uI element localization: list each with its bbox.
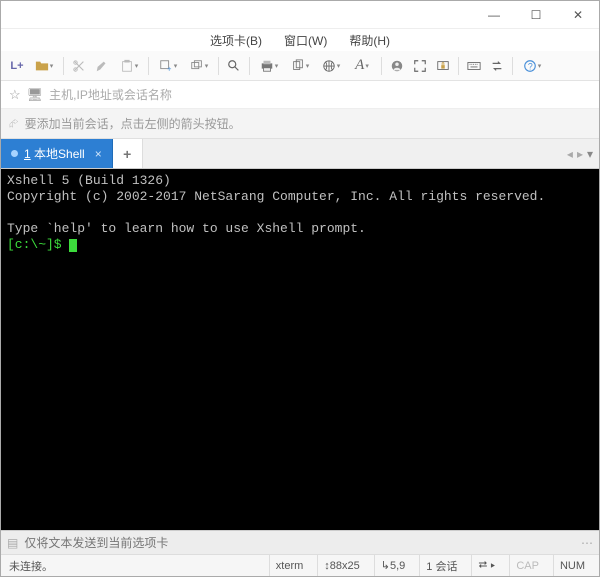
status-cursor: ↳ 5,9 xyxy=(374,555,412,576)
address-input[interactable] xyxy=(49,88,591,102)
sendbar-menu-button[interactable]: ⋯ xyxy=(581,536,593,550)
paste-button[interactable]: ▾ xyxy=(115,55,143,77)
hint-bar: ⮳ 要添加当前会话，点击左侧的箭头按钮。 xyxy=(1,109,599,139)
menu-tabs[interactable]: 选项卡(B) xyxy=(206,30,266,51)
close-button[interactable]: ✕ xyxy=(557,1,599,29)
tabbar: 1 本地Shell × + ◂ ▸ ▾ xyxy=(1,139,599,169)
lock-view-button[interactable] xyxy=(433,55,453,77)
menubar: 选项卡(B) 窗口(W) 帮助(H) xyxy=(1,29,599,51)
tab-nav: ◂ ▸ ▾ xyxy=(561,139,599,168)
status-size: ↕ 88x25 xyxy=(317,555,365,576)
fullscreen-button[interactable] xyxy=(410,55,430,77)
cut-button[interactable] xyxy=(69,55,89,77)
lock-screen-icon xyxy=(436,59,450,73)
menu-window[interactable]: 窗口(W) xyxy=(280,30,331,51)
folder-icon xyxy=(35,59,49,73)
statusbar: 未连接。 xterm ↕ 88x25 ↳ 5,9 1 会话 ⮂ ▸ CAP NU… xyxy=(1,554,599,576)
paintbrush-button[interactable] xyxy=(92,55,112,77)
address-bar: ☆ 🖥 xyxy=(1,81,599,109)
status-num: NUM xyxy=(553,555,591,576)
term-cursor xyxy=(69,239,77,252)
brush-icon xyxy=(95,59,109,73)
tab-local-shell[interactable]: 1 本地Shell × xyxy=(1,139,113,168)
bookmark-icon[interactable]: ☆ xyxy=(9,87,21,103)
tab-prev-button[interactable]: ◂ xyxy=(567,147,573,161)
globe-button[interactable]: ▾ xyxy=(317,55,345,77)
windows-icon xyxy=(190,59,204,73)
sendbar-icon[interactable]: ▤ xyxy=(7,536,18,550)
copy-icon xyxy=(291,59,305,73)
tab-status-dot xyxy=(11,150,18,157)
tab-list-button[interactable]: ▾ xyxy=(587,147,593,161)
sendbar: ▤ ⋯ xyxy=(1,530,599,554)
svg-text:+: + xyxy=(167,64,172,73)
hint-text: 要添加当前会话，点击左侧的箭头按钮。 xyxy=(25,115,241,132)
help-button[interactable]: ?▾ xyxy=(518,55,546,77)
tab-next-button[interactable]: ▸ xyxy=(577,147,583,161)
status-transfer-icon[interactable]: ⮂ ▸ xyxy=(471,555,501,576)
status-term-type: xterm xyxy=(269,555,310,576)
term-prompt: [c:\~]$ xyxy=(7,237,69,252)
font-icon: A xyxy=(355,57,364,74)
status-sessions: 1 会话 xyxy=(419,555,463,576)
toolbar: L+ ▾ ▾ +▾ ▾ ▾ ▾ ▾ A▾ ?▾ xyxy=(1,51,599,81)
sessions-button[interactable]: ▾ xyxy=(185,55,213,77)
search-button[interactable] xyxy=(224,55,244,77)
help-icon: ? xyxy=(523,59,537,73)
keyboard-button[interactable] xyxy=(464,55,484,77)
transfer-button[interactable] xyxy=(487,55,507,77)
open-button[interactable]: ▾ xyxy=(30,55,58,77)
tab-label: 1 本地Shell xyxy=(24,145,85,162)
copy-button[interactable]: ▾ xyxy=(286,55,314,77)
properties-button[interactable]: +▾ xyxy=(154,55,182,77)
host-icon: 🖥 xyxy=(27,87,44,103)
term-line1: Xshell 5 (Build 1326) xyxy=(7,173,171,188)
search-icon xyxy=(227,59,241,73)
terminal[interactable]: Xshell 5 (Build 1326) Copyright (c) 2002… xyxy=(1,169,599,530)
term-line4: Type `help' to learn how to use Xshell p… xyxy=(7,221,366,236)
clipboard-icon xyxy=(120,59,134,73)
keyboard-icon xyxy=(467,59,481,73)
menu-help[interactable]: 帮助(H) xyxy=(345,30,394,51)
tab-close-button[interactable]: × xyxy=(95,147,102,161)
add-tab-button[interactable]: + xyxy=(113,139,143,168)
avatar-button[interactable] xyxy=(387,55,407,77)
status-cap: CAP xyxy=(509,555,545,576)
minimize-button[interactable]: — xyxy=(473,1,515,29)
transfer-icon xyxy=(490,59,504,73)
svg-text:?: ? xyxy=(528,61,533,71)
gear-plus-icon: + xyxy=(159,59,173,73)
arrow-add-icon[interactable]: ⮳ xyxy=(9,116,19,131)
status-connection: 未连接。 xyxy=(9,558,261,574)
term-line2: Copyright (c) 2002-2017 NetSarang Comput… xyxy=(7,189,545,204)
avatar-icon xyxy=(390,59,404,73)
scissors-icon xyxy=(72,59,86,73)
globe-icon xyxy=(322,59,336,73)
expand-icon xyxy=(413,59,427,73)
font-button[interactable]: A▾ xyxy=(348,55,376,77)
send-input[interactable] xyxy=(24,536,575,550)
lplus-button[interactable]: L+ xyxy=(7,55,27,77)
maximize-button[interactable]: ☐ xyxy=(515,1,557,29)
printer-icon xyxy=(260,59,274,73)
print-button[interactable]: ▾ xyxy=(255,55,283,77)
titlebar: — ☐ ✕ xyxy=(1,1,599,29)
